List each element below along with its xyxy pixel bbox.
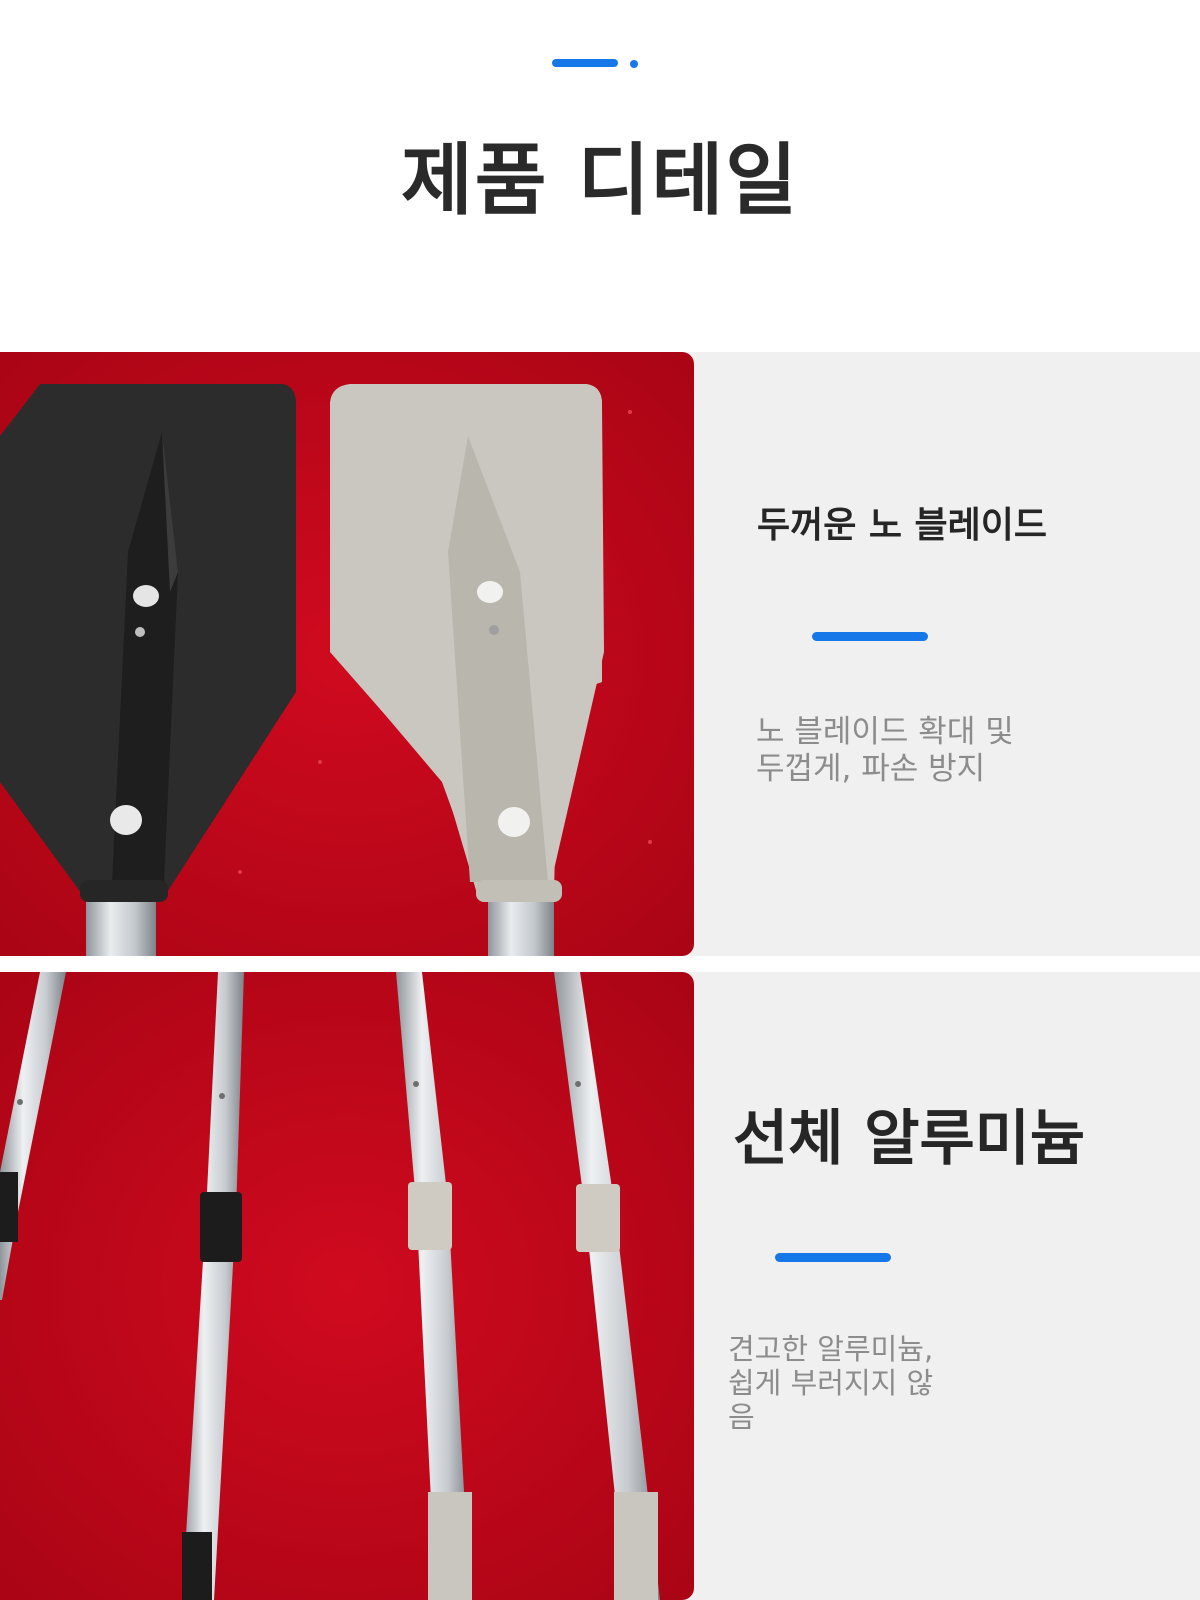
feature-section-blade: 두꺼운 노 블레이드 노 블레이드 확대 및 두껍게, 파손 방지 xyxy=(0,352,1200,956)
feature-section-shaft: 선체 알루미늄 견고한 알루미늄, 쉽게 부러지지 않 음 xyxy=(0,972,1200,1600)
feature-description: 견고한 알루미늄, 쉽게 부러지지 않 음 xyxy=(728,1332,934,1435)
decorative-dot xyxy=(630,60,638,68)
accent-bar xyxy=(775,1253,891,1262)
decorative-line xyxy=(552,59,618,67)
accent-bar xyxy=(812,632,928,641)
shaft-photo xyxy=(0,972,694,1600)
feature-description: 노 블레이드 확대 및 두껍게, 파손 방지 xyxy=(756,714,1014,787)
blade-photo xyxy=(0,352,694,956)
header-area: 제품 디테일 xyxy=(0,0,1200,350)
feature-title: 선체 알루미늄 xyxy=(733,1104,1086,1174)
page-title: 제품 디테일 xyxy=(401,136,799,226)
feature-title: 두꺼운 노 블레이드 xyxy=(757,505,1048,546)
